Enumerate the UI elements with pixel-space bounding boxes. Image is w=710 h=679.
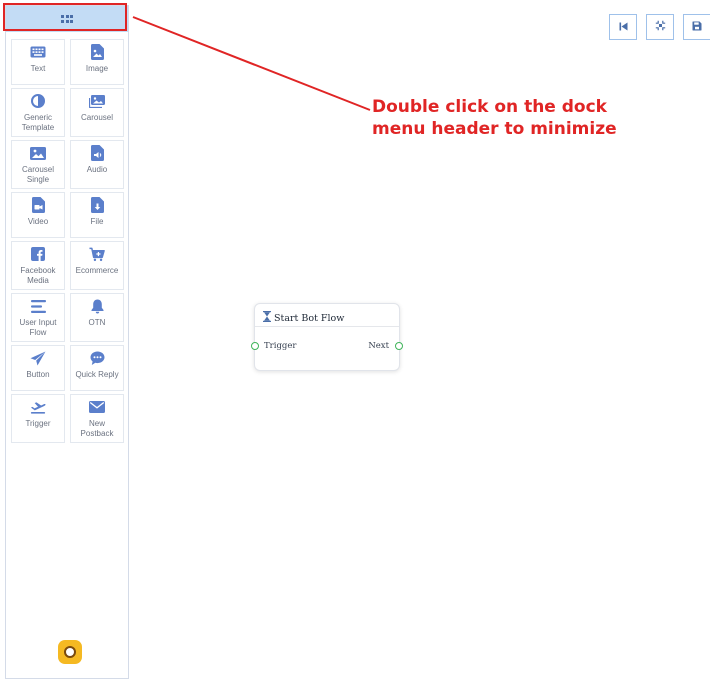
fit-screen-icon [655, 18, 666, 36]
trigger-port-label: Trigger [264, 341, 297, 351]
hourglass-icon [263, 311, 271, 325]
node-divider [255, 326, 399, 327]
instruction-callout: Double click on the dock menu header to … [372, 97, 617, 139]
skip-back-icon [619, 18, 628, 36]
next-output-port[interactable] [395, 342, 403, 350]
node-header: Start Bot Flow [263, 311, 344, 325]
save-icon [692, 18, 702, 36]
save-button[interactable] [683, 14, 710, 40]
trigger-input-port[interactable] [251, 342, 259, 350]
fit-screen-button[interactable] [646, 14, 674, 40]
node-title: Start Bot Flow [274, 312, 345, 324]
next-port-label: Next [368, 341, 389, 351]
start-bot-flow-node[interactable]: Start Bot Flow Trigger Next [251, 303, 403, 371]
skip-back-button[interactable] [609, 14, 637, 40]
